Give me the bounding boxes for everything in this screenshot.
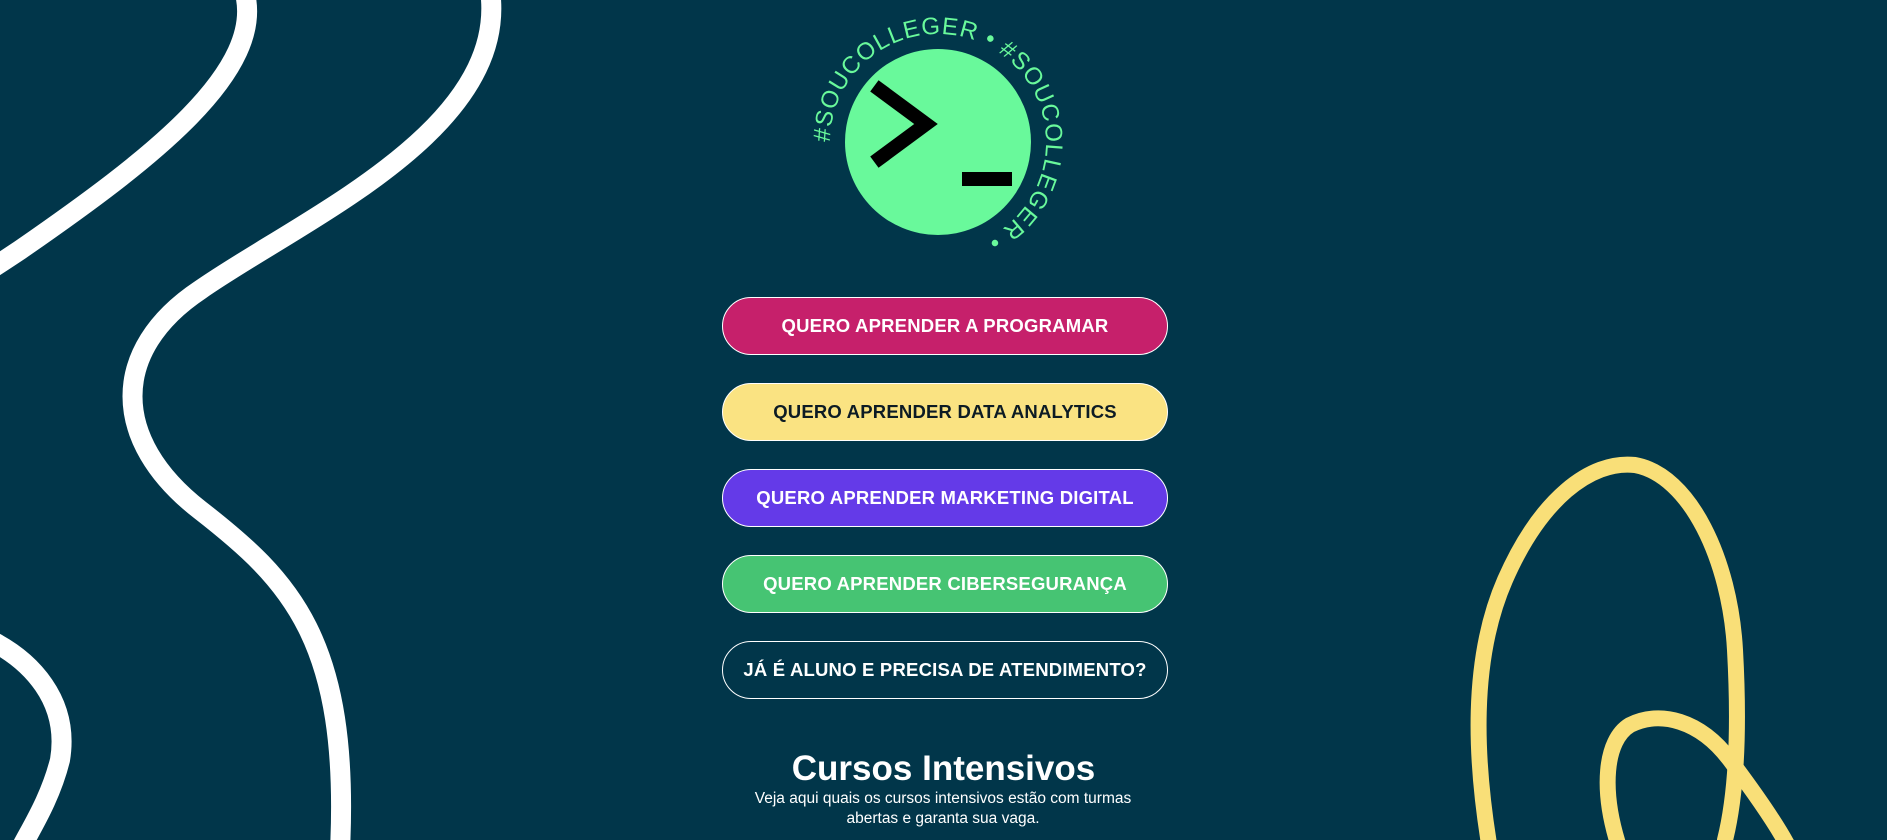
learn-data-analytics-button[interactable]: QUERO APRENDER DATA ANALYTICS [722, 383, 1168, 441]
intensive-courses-description: Veja aqui quais os cursos intensivos est… [754, 790, 1132, 827]
learn-programming-label: QUERO APRENDER A PROGRAMAR [781, 315, 1109, 336]
student-support-button[interactable]: JÁ É ALUNO E PRECISA DE ATENDIMENTO? [722, 641, 1168, 699]
learn-data-analytics-label: QUERO APRENDER DATA ANALYTICS [773, 401, 1117, 422]
soucolleger-logo: #SOUCOLLEGER • #SOUCOLLEGER • [809, 13, 1067, 257]
landing-page: #SOUCOLLEGER • #SOUCOLLEGER • QUERO APRE… [0, 0, 1887, 840]
terminal-cursor-icon [962, 172, 1012, 186]
learn-programming-button[interactable]: QUERO APRENDER A PROGRAMAR [722, 297, 1168, 355]
white-squiggle-left [0, 0, 258, 276]
learn-digital-marketing-button[interactable]: QUERO APRENDER MARKETING DIGITAL [722, 469, 1168, 527]
learn-digital-marketing-label: QUERO APRENDER MARKETING DIGITAL [756, 487, 1134, 508]
white-squiggle-middle [122, 0, 502, 840]
intensive-courses-title: Cursos Intensivos [791, 749, 1096, 788]
student-support-label: JÁ É ALUNO E PRECISA DE ATENDIMENTO? [743, 659, 1147, 680]
learn-cybersecurity-label: QUERO APRENDER CIBERSEGURANÇA [763, 573, 1127, 594]
white-squiggle-bottom [0, 634, 72, 840]
logo-circle [845, 49, 1031, 235]
learn-cybersecurity-button[interactable]: QUERO APRENDER CIBERSEGURANÇA [722, 555, 1168, 613]
